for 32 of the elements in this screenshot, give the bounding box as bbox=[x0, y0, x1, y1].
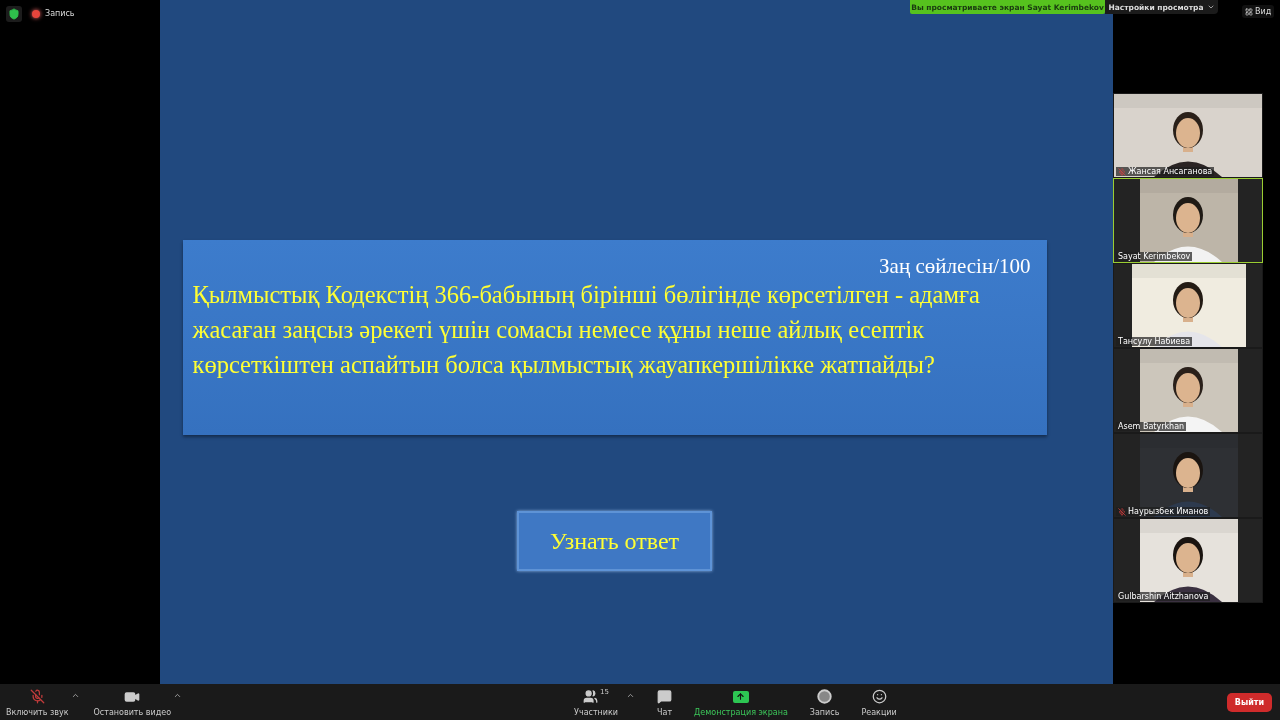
participant-name: Asem Batyrkhan bbox=[1118, 422, 1185, 431]
question-text: Қылмыстық Кодекстің 366-бабының бірінші бөлігінде көрсетілген - адамға жасаған заңсыз әрекеті үшін сомасы немесе құны неше айлық есептік көрсеткіштен аспайтын болса қылмыстық жауапкершілікке жатпайды? bbox=[192, 280, 981, 380]
participant-name: Тансулу Набиева bbox=[1118, 337, 1191, 346]
video-tile[interactable]: Gulbarshin Aitzhanova bbox=[1113, 518, 1263, 603]
smiley-icon bbox=[871, 689, 887, 704]
record-icon bbox=[817, 689, 833, 704]
chat-icon bbox=[657, 689, 673, 704]
share-button[interactable]: Демонстрация экрана bbox=[694, 687, 788, 717]
record-button[interactable]: Запись bbox=[809, 687, 840, 717]
shield-icon[interactable] bbox=[6, 6, 22, 22]
score-label: Заң сөйлесін/100 bbox=[879, 254, 1031, 279]
recording-label: Запись bbox=[45, 8, 75, 20]
grid-icon bbox=[1245, 7, 1253, 16]
leave-button[interactable]: Выйти bbox=[1226, 692, 1272, 712]
participant-name: Sayat Kerimbekov bbox=[1118, 252, 1191, 261]
video-tile[interactable]: Asem Batyrkhan bbox=[1113, 348, 1263, 433]
video-button[interactable]: Остановить видео bbox=[93, 687, 172, 717]
caret-icon bbox=[1206, 3, 1215, 11]
video-tile[interactable]: Тансулу Набиева bbox=[1113, 263, 1263, 348]
record-dot-icon bbox=[32, 10, 40, 18]
unmute-button[interactable]: Включить звук bbox=[6, 687, 69, 717]
participant-name: Gulbarshin Aitzhanova bbox=[1118, 592, 1209, 601]
view-button[interactable]: Вид bbox=[1242, 5, 1275, 18]
reactions-button[interactable]: Реакции bbox=[861, 687, 897, 717]
video-tile[interactable]: Жансая Ансаганова bbox=[1113, 93, 1263, 178]
participant-name: Жансая Ансаганова bbox=[1128, 167, 1213, 176]
people-icon bbox=[583, 689, 599, 704]
participant-name: Наурызбек Иманов bbox=[1128, 507, 1209, 516]
video-tile[interactable]: Sayat Kerimbekov bbox=[1113, 178, 1263, 263]
video-tile[interactable]: Наурызбек Иманов bbox=[1113, 433, 1263, 518]
answer-button[interactable]: Узнать ответ bbox=[517, 511, 712, 571]
chat-button[interactable]: Чат bbox=[657, 687, 673, 717]
